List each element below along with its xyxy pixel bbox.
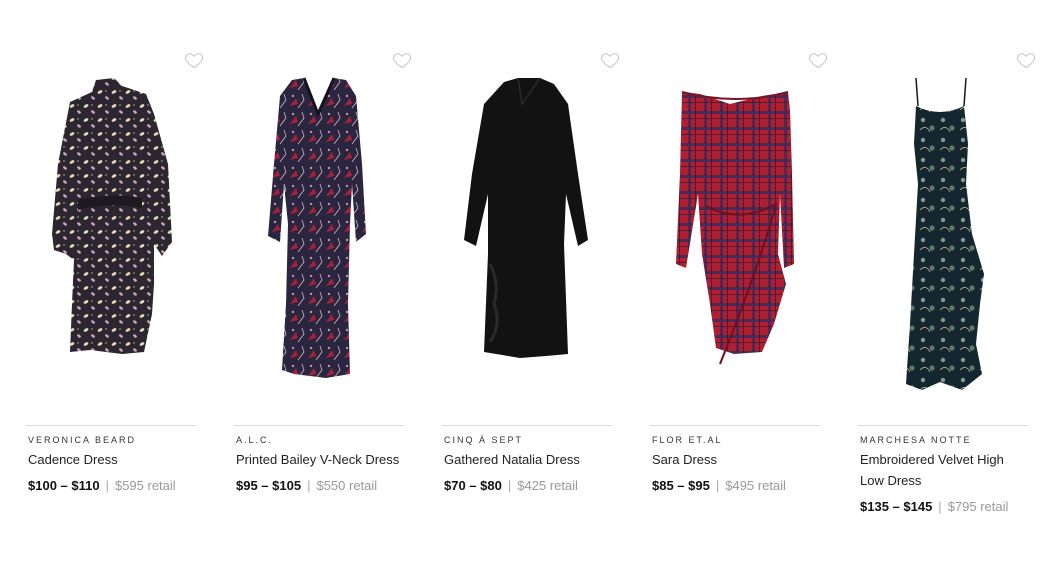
heart-outline-icon[interactable] <box>184 50 204 70</box>
price-separator: | <box>507 478 512 493</box>
price-row: $85 – $95 | $495 retail <box>652 478 786 493</box>
heart-outline-icon[interactable] <box>600 50 620 70</box>
rental-price: $100 – $110 <box>28 478 100 493</box>
rental-price: $85 – $95 <box>652 478 710 493</box>
rental-price: $70 – $80 <box>444 478 502 493</box>
product-grid: VERONICA BEARD Cadence Dress $100 – $110… <box>0 0 1048 581</box>
retail-price: $495 retail <box>725 478 786 493</box>
product-card[interactable]: MARCHESA NOTTE Embroidered Velvet High L… <box>858 0 1036 581</box>
price-row: $135 – $145 | $795 retail <box>860 499 1008 514</box>
product-name[interactable]: Gathered Natalia Dress <box>444 449 612 470</box>
brand-name[interactable]: MARCHESA NOTTE <box>860 435 972 445</box>
price-row: $95 – $105 | $550 retail <box>236 478 377 493</box>
price-row: $100 – $110 | $595 retail <box>28 478 176 493</box>
brand-name[interactable]: VERONICA BEARD <box>28 435 136 445</box>
price-separator: | <box>105 478 109 493</box>
retail-price: $425 retail <box>517 478 578 493</box>
product-image[interactable] <box>442 74 612 396</box>
brand-name[interactable]: CINQ À SEPT <box>444 435 523 445</box>
product-name[interactable]: Embroidered Velvet High Low Dress <box>860 449 1028 491</box>
product-card[interactable]: VERONICA BEARD Cadence Dress $100 – $110… <box>26 0 204 581</box>
price-separator: | <box>307 478 311 493</box>
price-separator: | <box>715 478 720 493</box>
product-image[interactable] <box>234 74 404 396</box>
divider <box>234 425 404 426</box>
retail-price: $595 retail <box>114 478 176 493</box>
retail-price: $550 retail <box>316 478 378 493</box>
divider <box>442 425 612 426</box>
divider <box>26 425 196 426</box>
brand-name[interactable]: FLOR ET.AL <box>652 435 723 445</box>
product-card[interactable]: A.L.C. Printed Bailey V-Neck Dress $95 –… <box>234 0 412 581</box>
heart-outline-icon[interactable] <box>392 50 412 70</box>
product-card[interactable]: FLOR ET.AL Sara Dress $85 – $95 | $495 ret… <box>650 0 828 581</box>
product-name[interactable]: Sara Dress <box>652 449 820 470</box>
divider <box>650 425 820 426</box>
product-name[interactable]: Cadence Dress <box>28 449 196 470</box>
heart-outline-icon[interactable] <box>808 50 828 70</box>
product-image[interactable] <box>858 74 1028 396</box>
brand-name[interactable]: A.L.C. <box>236 435 273 445</box>
rental-price: $135 – $145 <box>860 499 933 514</box>
retail-price: $795 retail <box>947 499 1009 514</box>
rental-price: $95 – $105 <box>236 478 302 493</box>
divider <box>858 425 1028 426</box>
product-name[interactable]: Printed Bailey V-Neck Dress <box>236 449 404 470</box>
product-image[interactable] <box>26 74 196 396</box>
product-image[interactable] <box>650 74 820 396</box>
product-card[interactable]: CINQ À SEPT Gathered Natalia Dress $70 –… <box>442 0 620 581</box>
heart-outline-icon[interactable] <box>1016 50 1036 70</box>
price-separator: | <box>938 499 942 514</box>
price-row: $70 – $80 | $425 retail <box>444 478 578 493</box>
